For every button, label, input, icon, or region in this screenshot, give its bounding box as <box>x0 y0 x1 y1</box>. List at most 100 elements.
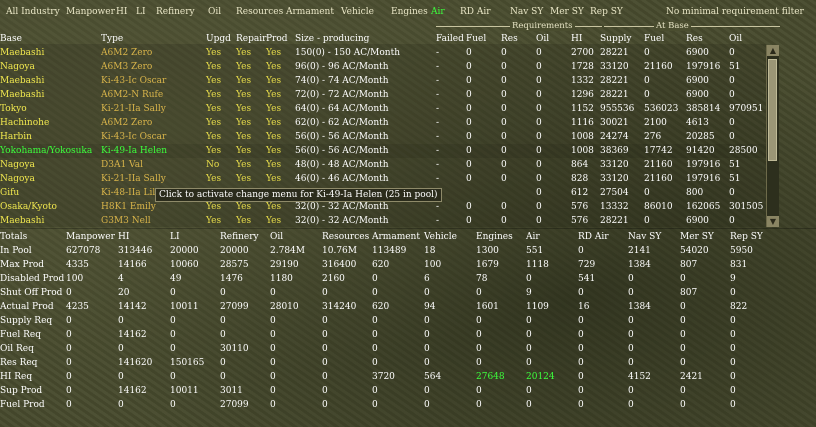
cell-hi: 612 <box>571 188 589 198</box>
totals-value: 0 <box>66 288 72 298</box>
cell-oil: 0 <box>536 202 542 212</box>
totals-value: 100 <box>66 274 84 284</box>
totals-value: 0 <box>372 316 378 326</box>
table-row[interactable]: Maebashi A6M2-N Rufe Yes Yes Yes 72(0) - 72 A… <box>0 88 766 102</box>
totals-value: 620 <box>372 260 390 270</box>
totals-row: Max Prod 4335 14166 10060 28575 29190 316400 62… <box>0 258 816 272</box>
table-row[interactable]: Maebashi A6M2 Zero Yes Yes Yes 150(0) - 150 A… <box>0 46 766 60</box>
filter-rep-sy[interactable]: Rep SY <box>590 7 623 17</box>
totals-value: 0 <box>476 316 482 326</box>
totals-value: 0 <box>372 288 378 298</box>
filter-refinery[interactable]: Refinery <box>156 7 195 17</box>
table-row[interactable]: Harbin Ki-43-Ic Oscar Yes Yes Yes 56(0) - 56 … <box>0 130 766 144</box>
column-header-fuel[interactable]: Fuel <box>644 34 664 44</box>
column-header-res[interactable]: Res <box>501 34 518 44</box>
cell-boil: 0 <box>729 90 735 100</box>
totals-value: 0 <box>372 400 378 410</box>
column-header-supply[interactable]: Supply <box>600 34 631 44</box>
cell-base: Maebashi <box>0 216 45 226</box>
column-header-failed[interactable]: Failed <box>436 34 464 44</box>
scroll-down-arrow-icon[interactable]: ▼ <box>767 216 779 227</box>
filter-nav-sy[interactable]: Nav SY <box>510 7 543 17</box>
filter-vehicle[interactable]: Vehicle <box>341 7 374 17</box>
cell-prod: Yes <box>266 76 282 86</box>
cell-supply: 33120 <box>600 62 629 72</box>
table-row[interactable]: Yokohama/Yokosuka Ki-49-Ia Helen Yes Yes Yes… <box>0 144 766 158</box>
filter-oil[interactable]: Oil <box>208 7 221 17</box>
totals-value: 0 <box>680 400 686 410</box>
table-row[interactable]: Hachinohe A6M2 Zero Yes Yes Yes 62(0) - 62 AC… <box>0 116 766 130</box>
cell-fuel: 0 <box>466 76 472 86</box>
totals-value: 0 <box>680 358 686 368</box>
totals-value: 10060 <box>170 260 199 270</box>
cell-res: 0 <box>501 118 507 128</box>
cell-repair: Yes <box>236 216 252 226</box>
table-row[interactable]: Maebashi G3M3 Nell Yes Yes Yes 32(0) - 32 AC/… <box>0 214 766 228</box>
table-row[interactable]: Osaka/Kyoto H8K1 Emily Yes Yes Yes 32(0) - 32… <box>0 200 766 214</box>
column-header-oil[interactable]: Oil <box>536 34 549 44</box>
filter-armament[interactable]: Armament <box>286 7 334 17</box>
table-row[interactable]: Nagoya A6M3 Zero Yes Yes Yes 96(0) - 96 AC/Mo… <box>0 60 766 74</box>
cell-supply: 33120 <box>600 160 629 170</box>
column-header-hi[interactable]: HI <box>571 34 582 44</box>
cell-bfuel: 21160 <box>644 62 673 72</box>
cell-bfuel: 21160 <box>644 160 673 170</box>
totals-row: Fuel Req 0 14162 0 0 0 0 0 0 0 0 0 0 0 0 <box>0 328 816 342</box>
column-header-oil[interactable]: Oil <box>729 34 742 44</box>
totals-value: 313446 <box>118 246 153 256</box>
column-header-upgd[interactable]: Upgd <box>206 34 231 44</box>
filter-engines[interactable]: Engines <box>391 7 428 17</box>
filter-li[interactable]: LI <box>136 7 146 17</box>
totals-value: 5950 <box>730 246 753 256</box>
totals-row: Oil Req 0 0 0 30110 0 0 0 0 0 0 0 0 0 0 <box>0 342 816 356</box>
cell-hi: 1116 <box>571 118 594 128</box>
totals-value: 0 <box>220 330 226 340</box>
cell-base: Harbin <box>0 132 32 142</box>
requirements-label: Requirements <box>510 21 575 31</box>
filter-manpower[interactable]: Manpower <box>66 7 115 17</box>
minimal-requirement-filter[interactable]: No minimal requirement filter <box>666 7 804 17</box>
cell-upgd: Yes <box>206 104 222 114</box>
table-row[interactable]: Nagoya D3A1 Val No Yes Yes 48(0) - 48 AC/Mont… <box>0 158 766 172</box>
totals-value: 0 <box>322 316 328 326</box>
cell-oil: 0 <box>536 76 542 86</box>
cell-bres: 6900 <box>686 76 709 86</box>
totals-value: 0 <box>730 288 736 298</box>
totals-value: 822 <box>730 302 748 312</box>
filter-air[interactable]: Air <box>431 7 445 17</box>
column-header-base[interactable]: Base <box>0 34 22 44</box>
totals-value: 0 <box>270 386 276 396</box>
filter-all-industry[interactable]: All Industry <box>6 7 60 17</box>
cell-bres: 197916 <box>686 160 721 170</box>
column-header-res[interactable]: Res <box>686 34 703 44</box>
cell-bres: 6900 <box>686 90 709 100</box>
totals-value: 0 <box>526 330 532 340</box>
filter-hi[interactable]: HI <box>116 7 127 17</box>
totals-value: 0 <box>372 358 378 368</box>
table-row[interactable]: Tokyo Ki-21-IIa Sally Yes Yes Yes 64(0) - 64 … <box>0 102 766 116</box>
cell-fuel: 0 <box>466 118 472 128</box>
cell-type: A6M2 Zero <box>101 48 153 58</box>
column-header-prod[interactable]: Prod <box>266 34 288 44</box>
totals-value: 0 <box>118 344 124 354</box>
cell-type: A6M2-N Rufe <box>101 90 164 100</box>
cell-prod: Yes <box>266 104 282 114</box>
column-header-fuel[interactable]: Fuel <box>466 34 486 44</box>
filter-rd-air[interactable]: RD Air <box>460 7 491 17</box>
scroll-up-arrow-icon[interactable]: ▲ <box>767 45 779 56</box>
cell-boil: 51 <box>729 174 741 184</box>
column-header-size-producing[interactable]: Size - producing <box>295 34 369 44</box>
column-header-type[interactable]: Type <box>101 34 123 44</box>
scroll-thumb[interactable] <box>768 59 777 161</box>
table-row[interactable]: Maebashi Ki-43-Ic Oscar Yes Yes Yes 74(0) - 7… <box>0 74 766 88</box>
table-row[interactable]: Nagoya Ki-21-IIa Sally Yes Yes Yes 46(0) - 46… <box>0 172 766 186</box>
totals-value: 551 <box>526 246 544 256</box>
cell-supply: 24274 <box>600 132 629 142</box>
filter-mer-sy[interactable]: Mer SY <box>550 7 584 17</box>
totals-value: 20000 <box>170 246 199 256</box>
factory-list-scrollbar[interactable]: ▲ ▼ <box>766 45 779 227</box>
totals-divider <box>0 228 816 229</box>
column-header-repair[interactable]: Repair <box>236 34 266 44</box>
totals-value: 3720 <box>372 372 395 382</box>
filter-resources[interactable]: Resources <box>236 7 283 17</box>
